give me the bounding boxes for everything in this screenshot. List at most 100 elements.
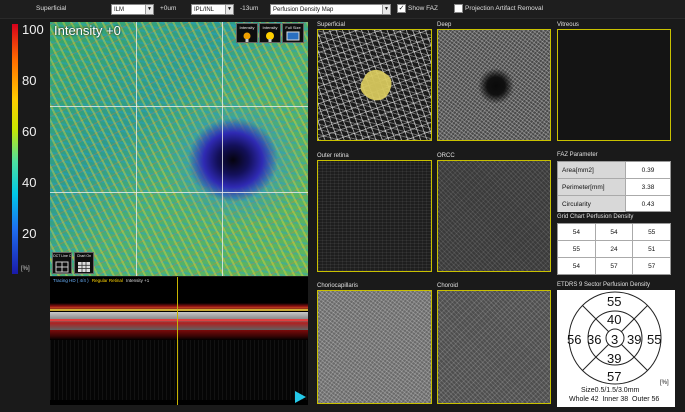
panel-title: Vitreous — [557, 22, 579, 28]
colorbar-unit: [%] — [21, 266, 30, 272]
projection-artifact-label: Projection Artifact Removal — [465, 5, 544, 12]
faz-row: Perimeter[mm] 3.38 — [558, 179, 670, 196]
panel-title: Choriocapillaris — [317, 283, 359, 289]
grid-line — [50, 106, 308, 107]
full-size-button[interactable]: Full Size — [282, 23, 304, 43]
regular-retinal-label: Regular Retinal — [91, 278, 123, 283]
grid-cell: 57 — [648, 262, 656, 270]
bottom-offset: -13um — [240, 5, 259, 12]
layer-label: Superficial — [36, 5, 67, 12]
faz-table: Area[mm2] 0.39 Perimeter[mm] 3.38 Circul… — [557, 161, 671, 212]
enface-density-map[interactable]: Intensity +0 Intensity Intensity Full Si… — [50, 22, 308, 276]
grid-row: 54 54 55 — [558, 224, 670, 241]
deep-angiogram[interactable] — [437, 29, 551, 141]
bscan-choroid — [50, 340, 308, 400]
bscan-layer — [50, 312, 308, 330]
panel-title: ORCC — [437, 153, 455, 159]
top-boundary-value: ILM — [114, 7, 125, 13]
choriocapillaris-angiogram[interactable] — [317, 290, 432, 404]
bscan-layer — [50, 330, 308, 340]
chevron-down-icon: ▼ — [225, 5, 233, 14]
grid-line — [50, 192, 308, 193]
etdrs-outer-bottom: 57 — [607, 369, 622, 384]
orcc-angiogram[interactable] — [437, 160, 551, 272]
vitreous-angiogram[interactable] — [557, 29, 671, 141]
etdrs-size: Size0.5/1.5/3.0mm — [581, 387, 640, 394]
colorbar-tick: 100 — [22, 22, 44, 37]
bscan-header: Tracing HD ( 4/4 ) Regular Retinal Inten… — [53, 278, 149, 283]
grid-cell: 54 — [558, 258, 596, 274]
etdrs-outer-left: 56 — [567, 332, 582, 347]
bottom-boundary-value: IPL/INL — [194, 7, 215, 13]
chart-on-label: Chart On — [76, 254, 92, 258]
superficial-angiogram[interactable] — [317, 29, 432, 141]
intensity-label: Intensity +0 — [54, 23, 121, 38]
bscan-intensity-label: Intensity +1 — [126, 278, 150, 283]
panel-title: Outer retina — [317, 153, 349, 159]
grid-cell: 51 — [648, 245, 656, 253]
grid-cell: 55 — [648, 228, 656, 236]
oct-line-off-button[interactable]: OCT Line Off — [52, 252, 72, 274]
projection-artifact-checkbox[interactable] — [454, 4, 463, 13]
grid-cell: 55 — [558, 241, 596, 257]
faz-value: 0.43 — [641, 200, 655, 208]
faz-label: Circularity — [558, 196, 626, 212]
etdrs-unit: [%] — [660, 380, 669, 386]
etdrs-outer-right: 55 — [647, 332, 662, 347]
grid-line — [222, 22, 223, 276]
colorbar-tick: 20 — [22, 226, 37, 241]
grid-row: 55 24 51 — [558, 241, 670, 258]
chart-grid-icon — [78, 262, 90, 272]
intensity-down-button[interactable]: Intensity — [236, 23, 258, 43]
bscan-position-marker[interactable] — [177, 277, 178, 405]
bulb-bright-icon — [266, 32, 274, 42]
intensity-up-button[interactable]: Intensity — [259, 23, 281, 43]
tracing-label: Tracing HD ( 4/4 ) — [53, 278, 89, 283]
faz-label: Perimeter[mm] — [558, 179, 626, 195]
etdrs-summary: Whole 42 Inner 38 Outer 56 — [569, 396, 660, 403]
bscan-view[interactable]: Tracing HD ( 4/4 ) Regular Retinal Inten… — [50, 277, 308, 405]
panel-title: Superficial — [317, 22, 346, 28]
bscan-boundary — [50, 309, 308, 311]
colorbar-tick: 40 — [22, 175, 37, 190]
etdrs-inner-top: 40 — [607, 312, 622, 327]
faz-row: Circularity 0.43 — [558, 196, 670, 212]
density-colorbar — [12, 24, 18, 274]
grid-cell: 54 — [558, 224, 596, 240]
etdrs-inner-bottom: 39 — [607, 351, 622, 366]
grid-chart-title: Grid Chart Perfusion Density — [557, 214, 634, 220]
outer-retina-angiogram[interactable] — [317, 160, 432, 272]
top-boundary-select[interactable]: ILM ▼ — [111, 4, 154, 15]
etdrs-outer-top: 55 — [607, 294, 622, 309]
grid-cell: 57 — [596, 258, 634, 274]
faz-label: Area[mm2] — [558, 162, 626, 178]
chevron-down-icon: ▼ — [145, 5, 153, 14]
grid-cell: 24 — [596, 241, 634, 257]
choroid-angiogram[interactable] — [437, 290, 551, 404]
bottom-boundary-select[interactable]: IPL/INL ▼ — [191, 4, 234, 15]
show-faz-label: Show FAZ — [408, 5, 438, 12]
colorbar-tick: 80 — [22, 73, 37, 88]
grid-chart-table: 54 54 55 55 24 51 54 57 57 — [557, 223, 671, 275]
faz-overlay — [360, 69, 392, 101]
map-type-select[interactable]: Perfusion Density Map ▼ — [270, 4, 391, 15]
toolbar: Superficial ILM ▼ +0um IPL/INL ▼ -13um P… — [0, 0, 685, 19]
bulb-dim-icon — [243, 32, 251, 42]
show-faz-checkbox[interactable]: ✓ — [397, 4, 406, 13]
panel-title: Deep — [437, 22, 452, 28]
monitor-icon — [286, 31, 300, 41]
map-type-value: Perfusion Density Map — [273, 7, 334, 13]
colorbar-tick: 60 — [22, 124, 37, 139]
play-icon[interactable] — [295, 391, 306, 403]
chart-on-button[interactable]: Chart On — [74, 252, 94, 274]
etdrs-center: 3 — [611, 332, 619, 347]
top-offset: +0um — [160, 5, 177, 12]
chevron-down-icon: ▼ — [382, 5, 390, 14]
faz-title: FAZ Parameter — [557, 152, 598, 158]
etdrs-inner-right: 39 — [627, 332, 642, 347]
grid-icon — [55, 261, 69, 273]
faz-value: 0.39 — [641, 166, 655, 174]
bscan-boundary — [50, 319, 308, 321]
oct-line-off-label: OCT Line Off — [53, 254, 71, 258]
grid-cell: 54 — [596, 224, 634, 240]
